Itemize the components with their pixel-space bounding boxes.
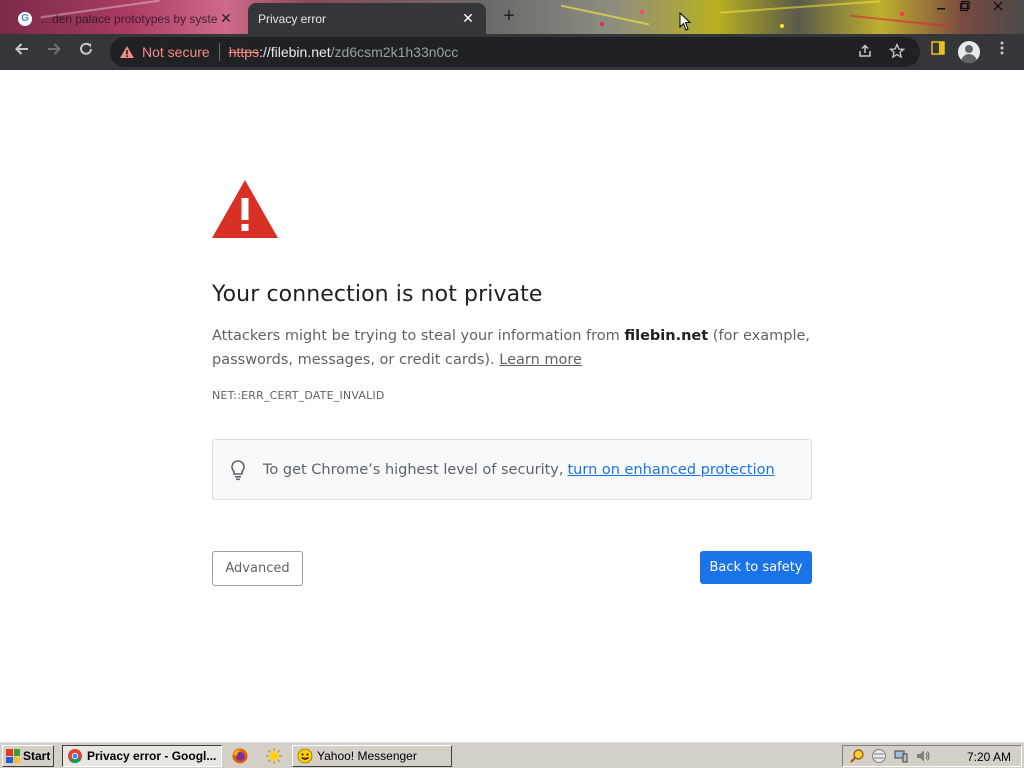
page-title: Your connection is not private	[212, 282, 543, 307]
system-tray: 7:20 AM	[842, 745, 1022, 767]
lightbulb-icon	[231, 459, 245, 480]
privacy-error-page: Your connection is not private Attackers…	[0, 70, 1024, 740]
browser-toolbar: Not secure https://filebin.net/zd6csm2k1…	[0, 34, 1024, 70]
search-magnifier-icon[interactable]	[849, 748, 865, 764]
reload-icon[interactable]	[74, 40, 98, 64]
start-label: Start	[23, 749, 51, 763]
message-text-start: Attackers might be trying to steal your …	[212, 328, 625, 344]
advanced-button[interactable]: Advanced	[212, 551, 303, 586]
network-tray-icon[interactable]	[871, 748, 887, 764]
taskbar-item-label: Yahoo! Messenger	[317, 749, 417, 763]
share-icon[interactable]	[856, 43, 874, 61]
google-favicon-icon: G	[18, 11, 32, 26]
taskbar-item-chrome[interactable]: Privacy error - Googl...	[62, 745, 222, 767]
start-button[interactable]: Start	[2, 745, 54, 767]
close-tab-icon[interactable]: ✕	[460, 10, 476, 27]
close-tab-icon[interactable]: ✕	[218, 10, 234, 27]
address-bar[interactable]: Not secure https://filebin.net/zd6csm2k1…	[110, 37, 920, 67]
message-host: filebin.net	[624, 328, 709, 344]
taskbar-item-label: Privacy error - Googl...	[87, 749, 217, 763]
restore-window-button[interactable]	[952, 0, 978, 18]
windows-taskbar: Start Privacy error - Googl... Yahoo! Me…	[0, 740, 1024, 768]
enhanced-protection-text: To get Chrome’s highest level of securit…	[263, 461, 564, 478]
taskbar-clock[interactable]: 7:20 AM	[967, 750, 1011, 764]
tab-privacy-error[interactable]: Privacy error ✕	[248, 3, 486, 34]
yahoo-smiley-icon	[297, 748, 313, 764]
new-tab-button[interactable]: +	[498, 6, 520, 28]
not-secure-label[interactable]: Not secure	[142, 44, 210, 60]
more-menu-icon[interactable]	[990, 40, 1014, 64]
enhanced-protection-link[interactable]: turn on enhanced protection	[568, 462, 775, 478]
back-arrow-icon[interactable]	[10, 40, 34, 64]
url-host: filebin.net	[270, 44, 331, 60]
enhanced-protection-banner: To get Chrome’s highest level of securit…	[212, 439, 812, 500]
side-panel-icon[interactable]	[926, 40, 950, 64]
computer-tray-icon[interactable]	[893, 748, 909, 764]
forward-arrow-icon[interactable]	[42, 40, 66, 64]
taskbar-item-yahoo-messenger[interactable]: Yahoo! Messenger	[292, 745, 452, 767]
tab-title: Privacy error	[258, 11, 327, 26]
address-divider	[218, 43, 220, 61]
tab-background-page[interactable]: G …den palace prototypes by syste… ✕	[8, 3, 244, 34]
learn-more-link[interactable]: Learn more	[499, 352, 582, 368]
firefox-icon[interactable]	[231, 747, 249, 765]
red-alert-triangle-icon	[212, 180, 278, 238]
tab-title: …den palace prototypes by syste…	[40, 11, 218, 26]
error-code[interactable]: NET::ERR_CERT_DATE_INVALID	[212, 389, 385, 402]
close-window-button[interactable]	[985, 0, 1011, 18]
back-to-safety-button[interactable]: Back to safety	[700, 551, 812, 584]
volume-speaker-icon[interactable]	[915, 748, 931, 764]
minimize-window-button[interactable]	[928, 0, 954, 18]
windows-logo-icon	[6, 749, 20, 763]
window-titlebar: G …den palace prototypes by syste… ✕ Pri…	[0, 0, 1024, 34]
chrome-icon	[68, 749, 82, 764]
url-scheme: https	[228, 44, 260, 60]
profile-avatar-icon[interactable]	[958, 41, 980, 63]
main-message: Attackers might be trying to steal your …	[212, 324, 812, 372]
bookmark-star-icon[interactable]	[888, 42, 906, 61]
url-scheme-separator: ://	[259, 44, 271, 60]
messenger-buddy-icon[interactable]	[265, 747, 283, 765]
mouse-cursor-icon	[679, 12, 691, 31]
url-path: /zd6csm2k1h33n0cc	[330, 44, 459, 60]
warning-triangle-icon	[120, 46, 134, 58]
